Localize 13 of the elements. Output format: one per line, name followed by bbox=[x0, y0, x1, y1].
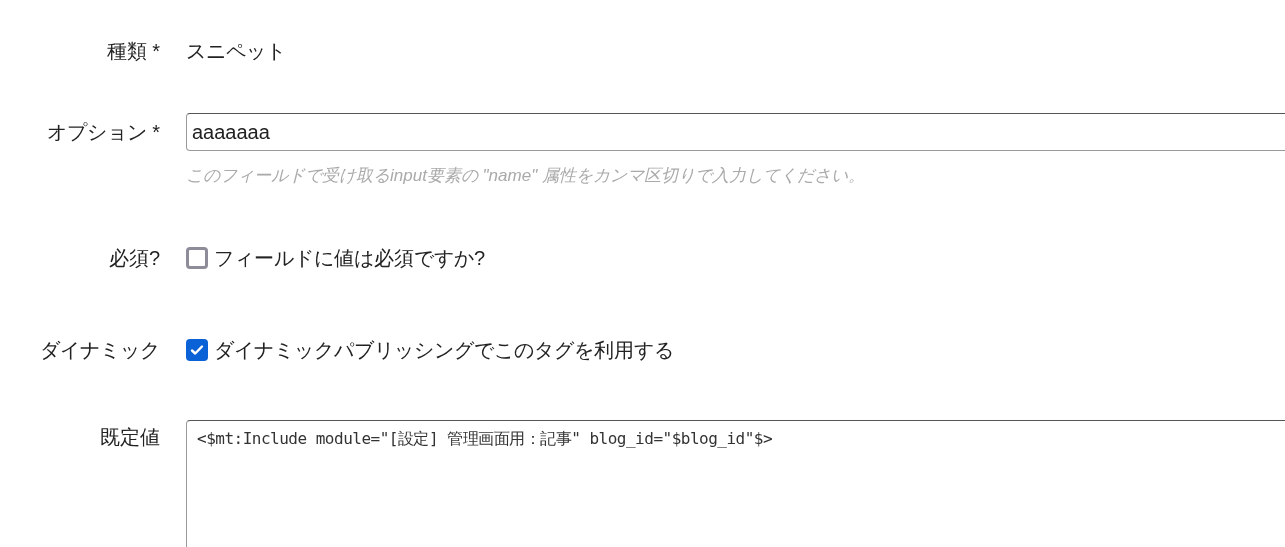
field-label: オプション * bbox=[46, 121, 160, 143]
field-label: ダイナミック bbox=[40, 338, 160, 361]
field-label: 必須? bbox=[108, 246, 160, 269]
checkbox[interactable] bbox=[186, 246, 208, 269]
checked-checkbox[interactable] bbox=[186, 338, 208, 361]
field-label: 既定値 bbox=[100, 425, 160, 448]
field-label: 種類 * bbox=[106, 40, 160, 62]
checkbox-label: ダイナミックパブリッシングでこのタグを利用する bbox=[214, 337, 674, 363]
input-field[interactable]: aaaaaaa bbox=[186, 113, 1285, 151]
checkbox-label: フィールドに値は必須ですか? bbox=[214, 245, 486, 271]
field-value: スニペット bbox=[186, 40, 286, 62]
hint-text: このフィールドで受け取るinput要素の "name" 属性をカンマ区切りで入力してください。 bbox=[186, 165, 866, 187]
code-textarea[interactable]: <$mt:Include module="[設定] 管理画面用：記事" blog_id="$blog_id"$> bbox=[186, 419, 1285, 547]
